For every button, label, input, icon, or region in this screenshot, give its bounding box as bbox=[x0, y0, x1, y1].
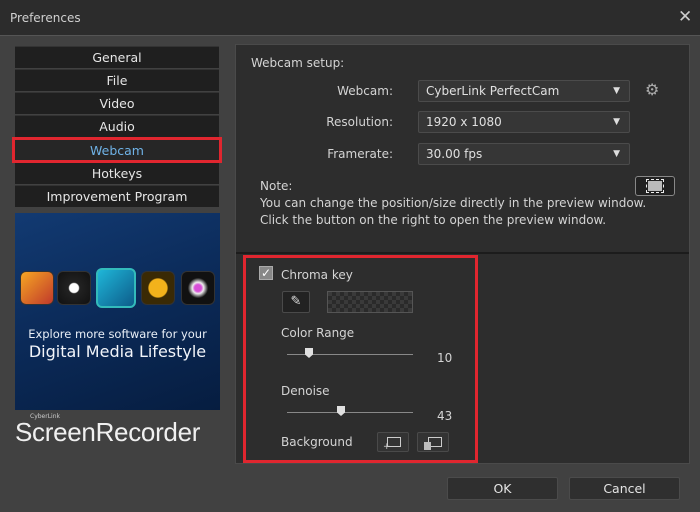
sidebar-item-general[interactable]: General bbox=[15, 46, 219, 68]
color-range-label: Color Range bbox=[281, 326, 355, 340]
webcam-setup-heading: Webcam setup: bbox=[251, 56, 345, 70]
framerate-label: Framerate: bbox=[327, 147, 393, 161]
denoise-label: Denoise bbox=[281, 384, 330, 398]
chroma-key-label: Chroma key bbox=[281, 268, 353, 282]
preview-window-icon bbox=[646, 179, 664, 193]
eyedropper-button[interactable]: ✎ bbox=[282, 291, 310, 313]
resolution-label: Resolution: bbox=[326, 115, 393, 129]
close-icon[interactable]: ✕ bbox=[678, 7, 692, 27]
cancel-button[interactable]: Cancel bbox=[569, 477, 680, 500]
chevron-down-icon: ▼ bbox=[613, 149, 620, 159]
key-color-swatch[interactable] bbox=[327, 291, 413, 313]
background-label: Background bbox=[281, 435, 353, 449]
remove-background-button[interactable] bbox=[417, 432, 449, 452]
webcam-label: Webcam: bbox=[337, 84, 393, 98]
color-range-value: 10 bbox=[437, 351, 453, 365]
eyedropper-icon: ✎ bbox=[290, 294, 302, 309]
director-app-icon bbox=[96, 268, 136, 308]
sidebar-item-file[interactable]: File bbox=[15, 69, 219, 91]
divider bbox=[236, 252, 689, 254]
chroma-key-checkbox[interactable]: ✓ bbox=[259, 266, 273, 280]
app-icon bbox=[20, 271, 54, 305]
selection-highlight bbox=[12, 137, 222, 163]
note-line1: You can change the position/size directl… bbox=[260, 196, 647, 210]
sidebar-item-improvement-program[interactable]: Improvement Program bbox=[15, 185, 219, 207]
framerate-select[interactable]: 30.00 fps ▼ bbox=[418, 143, 630, 165]
title-bar bbox=[0, 0, 700, 36]
sidebar-item-hotkeys[interactable]: Hotkeys bbox=[15, 162, 219, 184]
resolution-value: 1920 x 1080 bbox=[426, 115, 502, 129]
resolution-select[interactable]: 1920 x 1080 ▼ bbox=[418, 111, 630, 133]
play-app-icon bbox=[57, 271, 91, 305]
product-name: ScreenRecorder bbox=[15, 417, 201, 447]
banner-line1: Explore more software for your bbox=[28, 327, 207, 341]
promo-banner[interactable]: Explore more software for your Digital M… bbox=[15, 213, 220, 410]
camera-app-icon bbox=[181, 271, 215, 305]
framerate-value: 30.00 fps bbox=[426, 147, 483, 161]
photo-app-icon bbox=[141, 271, 175, 305]
add-background-button[interactable]: + bbox=[377, 432, 409, 452]
window-title: Preferences bbox=[10, 11, 81, 25]
chevron-down-icon: ▼ bbox=[613, 117, 620, 127]
plus-icon: + bbox=[383, 442, 391, 452]
denoise-slider[interactable] bbox=[287, 412, 413, 413]
webcam-select[interactable]: CyberLink PerfectCam ▼ bbox=[418, 80, 630, 102]
webcam-value: CyberLink PerfectCam bbox=[426, 84, 560, 98]
sidebar-item-video[interactable]: Video bbox=[15, 92, 219, 114]
ok-button[interactable]: OK bbox=[447, 477, 558, 500]
open-preview-button[interactable] bbox=[635, 176, 675, 196]
denoise-value: 43 bbox=[437, 409, 453, 423]
gear-icon[interactable]: ⚙ bbox=[645, 80, 659, 99]
sidebar-item-audio[interactable]: Audio bbox=[15, 115, 219, 137]
note-title: Note: bbox=[260, 179, 293, 193]
trash-icon bbox=[424, 442, 431, 450]
chevron-down-icon: ▼ bbox=[613, 86, 620, 96]
note-line2: Click the button on the right to open th… bbox=[260, 213, 607, 227]
banner-line2: Digital Media Lifestyle bbox=[28, 342, 207, 361]
